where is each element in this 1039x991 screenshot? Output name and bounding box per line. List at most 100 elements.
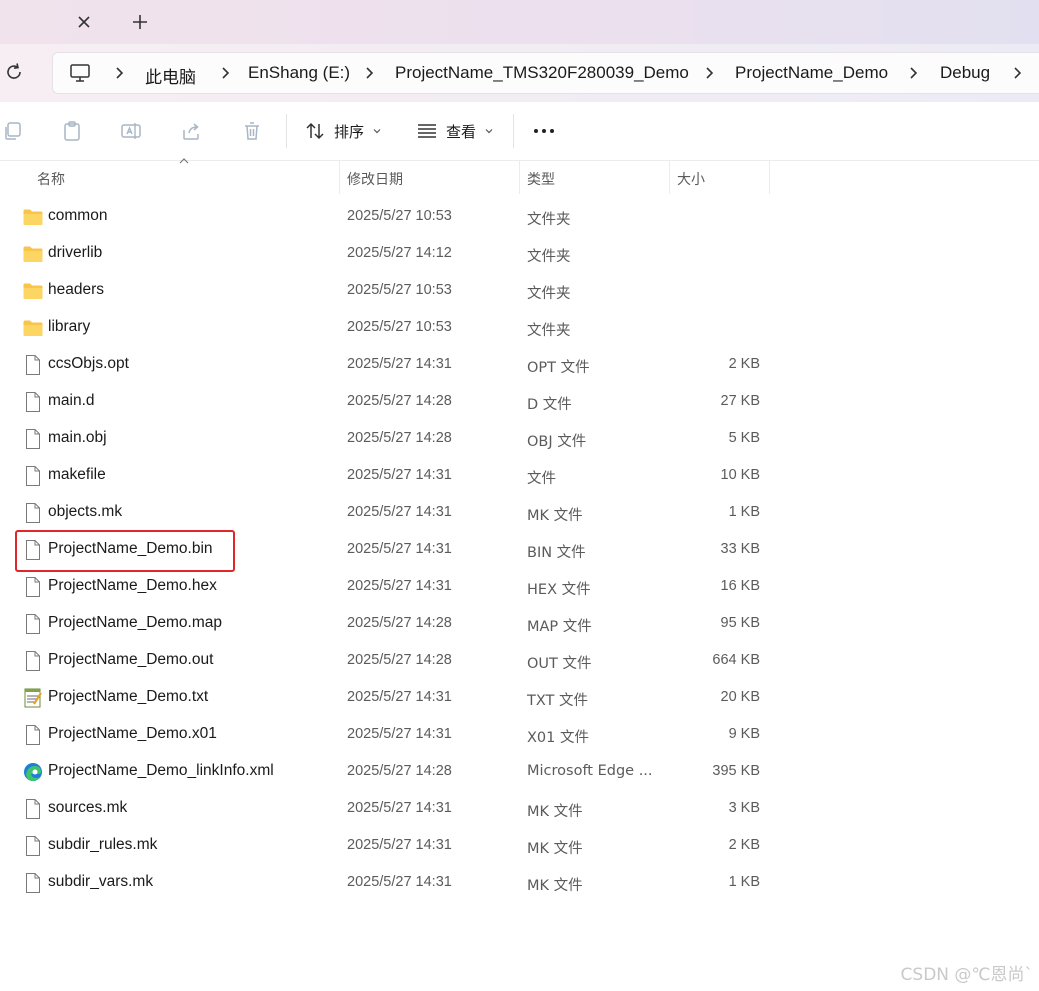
file-icon xyxy=(22,798,44,820)
address-bar[interactable]: 此电脑 EnShang (E:) ProjectName_TMS320F2800… xyxy=(52,52,1039,94)
file-date: 2025/5/27 14:28 xyxy=(347,615,452,631)
file-row[interactable]: subdir_vars.mk 2025/5/27 14:31 MK 文件 1 KB xyxy=(0,864,1039,901)
toolbar-divider xyxy=(513,114,514,148)
more-options-icon[interactable] xyxy=(532,120,556,142)
file-name: library xyxy=(48,318,91,335)
file-size: 20 KB xyxy=(720,689,761,705)
column-header-name[interactable]: 名称 xyxy=(37,169,65,189)
delete-icon[interactable] xyxy=(241,120,263,142)
breadcrumb-project-folder[interactable]: ProjectName_TMS320F280039_Demo xyxy=(395,63,689,83)
column-header-size[interactable]: 大小 xyxy=(677,169,705,189)
file-type: 文件 xyxy=(527,471,556,487)
title-bar xyxy=(0,0,1039,44)
file-name: ProjectName_Demo.hex xyxy=(48,577,217,594)
file-row[interactable]: main.obj 2025/5/27 14:28 OBJ 文件 5 KB xyxy=(0,420,1039,457)
column-header-modified[interactable]: 修改日期 xyxy=(347,169,403,189)
folder-icon xyxy=(22,206,44,228)
file-size: 2 KB xyxy=(728,356,760,372)
file-row[interactable]: ProjectName_Demo_linkInfo.xml 2025/5/27 1… xyxy=(0,753,1039,790)
close-tab-icon[interactable] xyxy=(70,8,98,36)
file-icon xyxy=(22,428,44,450)
file-date: 2025/5/27 14:28 xyxy=(347,652,452,668)
file-size: 5 KB xyxy=(728,430,760,446)
folder-icon xyxy=(22,243,44,265)
file-date: 2025/5/27 14:28 xyxy=(347,393,452,409)
notepad-icon xyxy=(22,687,44,709)
file-size: 1 KB xyxy=(728,874,760,890)
file-row[interactable]: ProjectName_Demo.txt 2025/5/27 14:31 TXT 文… xyxy=(0,679,1039,716)
file-name: sources.mk xyxy=(48,799,128,816)
file-row[interactable]: ProjectName_Demo.x01 2025/5/27 14:31 X01 文… xyxy=(0,716,1039,753)
file-row[interactable]: objects.mk 2025/5/27 14:31 MK 文件 1 KB xyxy=(0,494,1039,531)
file-type: MK 文件 xyxy=(527,878,583,894)
file-row[interactable]: subdir_rules.mk 2025/5/27 14:31 MK 文件 2 KB xyxy=(0,827,1039,864)
file-name: ProjectName_Demo.x01 xyxy=(48,725,217,742)
file-date: 2025/5/27 14:31 xyxy=(347,541,452,557)
file-icon xyxy=(22,354,44,376)
file-row[interactable]: ProjectName_Demo.out 2025/5/27 14:28 OUT 文… xyxy=(0,642,1039,679)
file-size: 10 KB xyxy=(720,467,761,483)
column-divider[interactable] xyxy=(669,160,670,194)
refresh-icon[interactable] xyxy=(2,60,26,84)
sort-label: 排序 xyxy=(334,122,365,141)
file-row[interactable]: makefile 2025/5/27 14:31 文件 10 KB xyxy=(0,457,1039,494)
column-divider[interactable] xyxy=(769,160,770,194)
new-tab-icon[interactable] xyxy=(126,8,154,36)
file-row[interactable]: headers 2025/5/27 10:53 文件夹 xyxy=(0,272,1039,309)
column-divider[interactable] xyxy=(519,160,520,194)
command-toolbar: 排序 查看 xyxy=(0,102,1039,161)
file-name: ccsObjs.opt xyxy=(48,355,129,372)
file-type: OUT 文件 xyxy=(527,656,592,672)
chevron-right-icon[interactable] xyxy=(1011,63,1025,83)
paste-icon[interactable] xyxy=(61,120,83,142)
file-date: 2025/5/27 14:28 xyxy=(347,763,452,779)
file-row[interactable]: ProjectName_Demo.map 2025/5/27 14:28 MAP 文… xyxy=(0,605,1039,642)
file-icon xyxy=(22,502,44,524)
view-button[interactable]: 查看 xyxy=(416,116,494,146)
file-type: MK 文件 xyxy=(527,841,583,857)
file-size: 395 KB xyxy=(712,763,760,779)
breadcrumb-demo-folder[interactable]: ProjectName_Demo xyxy=(735,63,888,83)
column-header-type[interactable]: 类型 xyxy=(527,169,555,189)
file-size: 2 KB xyxy=(728,837,760,853)
file-row[interactable]: ProjectName_Demo.hex 2025/5/27 14:31 HEX 文… xyxy=(0,568,1039,605)
view-label: 查看 xyxy=(446,122,477,141)
file-date: 2025/5/27 14:31 xyxy=(347,874,452,890)
file-type: 文件夹 xyxy=(527,286,571,302)
file-date: 2025/5/27 10:53 xyxy=(347,282,452,298)
file-row[interactable]: driverlib 2025/5/27 14:12 文件夹 xyxy=(0,235,1039,272)
file-name: headers xyxy=(48,281,105,298)
computer-icon xyxy=(70,64,90,82)
file-date: 2025/5/27 14:31 xyxy=(347,356,452,372)
chevron-down-icon xyxy=(373,129,381,134)
breadcrumb-drive[interactable]: EnShang (E:) xyxy=(248,63,350,83)
file-date: 2025/5/27 14:31 xyxy=(347,689,452,705)
file-name: subdir_vars.mk xyxy=(48,873,154,890)
file-row[interactable]: sources.mk 2025/5/27 14:31 MK 文件 3 KB xyxy=(0,790,1039,827)
copy-icon[interactable] xyxy=(2,120,24,142)
file-size: 1 KB xyxy=(728,504,760,520)
chevron-down-icon xyxy=(485,129,493,134)
column-divider[interactable] xyxy=(339,160,340,194)
file-type: OPT 文件 xyxy=(527,360,590,376)
chevron-right-icon xyxy=(910,67,918,79)
file-size: 95 KB xyxy=(720,615,761,631)
sort-button[interactable]: 排序 xyxy=(304,116,382,146)
file-name: ProjectName_Demo.map xyxy=(48,614,223,631)
file-date: 2025/5/27 14:31 xyxy=(347,800,452,816)
file-type: 文件夹 xyxy=(527,212,571,228)
share-icon[interactable] xyxy=(180,120,202,142)
file-row[interactable]: common 2025/5/27 10:53 文件夹 xyxy=(0,198,1039,235)
breadcrumb-this-pc[interactable]: 此电脑 xyxy=(145,63,196,88)
breadcrumb-debug-folder[interactable]: Debug xyxy=(940,63,990,83)
file-date: 2025/5/27 10:53 xyxy=(347,319,452,335)
file-row[interactable]: library 2025/5/27 10:53 文件夹 xyxy=(0,309,1039,346)
sort-icon xyxy=(306,122,324,140)
file-size: 3 KB xyxy=(728,800,760,816)
rename-icon[interactable] xyxy=(120,120,142,142)
file-type: MK 文件 xyxy=(527,508,583,524)
file-row[interactable]: ccsObjs.opt 2025/5/27 14:31 OPT 文件 2 KB xyxy=(0,346,1039,383)
file-icon xyxy=(22,613,44,635)
file-row[interactable]: main.d 2025/5/27 14:28 D 文件 27 KB xyxy=(0,383,1039,420)
file-name: main.d xyxy=(48,392,95,409)
